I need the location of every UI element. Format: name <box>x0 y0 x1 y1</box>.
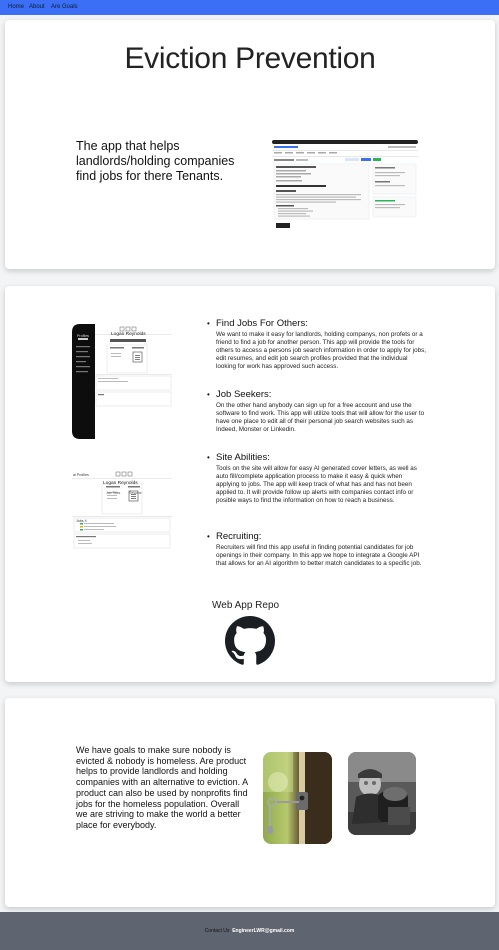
mockup-name: Logan Reynolds <box>111 332 146 337</box>
mockup-2-jobs-label: Jobs 4 <box>76 519 87 523</box>
feature-title-recruiting: Recruiting: <box>216 531 262 542</box>
app-screenshot <box>270 139 420 239</box>
app-screenshot-image <box>270 139 420 239</box>
page-title: Eviction Prevention <box>124 42 376 75</box>
repo-label: Web App Repo <box>212 600 280 611</box>
footer: Contact Us: EngineerLWR@gmail.com <box>0 912 499 950</box>
homeless-photo <box>348 752 416 835</box>
mockup-sidebar-title: Profiles <box>77 334 89 338</box>
feature-body-job-seekers: On the other hand anybody can sign up fo… <box>216 402 425 433</box>
footer-contact: Contact Us: EngineerLWR@gmail.com <box>0 928 499 934</box>
feature-body-site-abilities: Tools on the site will allow for easy AI… <box>216 465 417 504</box>
mockup-2-col1: Job Titles <box>106 491 121 495</box>
top-nav: Home About Are Goals <box>0 0 499 15</box>
feature-title-job-seekers: Job Seekers: <box>216 389 272 400</box>
mockup-2-name: Logan Reynolds <box>103 481 138 486</box>
feature-body-find-jobs: We want to make it easy for landlords, h… <box>216 331 427 370</box>
nav-goals-link[interactable]: Are Goals <box>51 4 78 10</box>
features-card: Logan Reynolds Profiles Logan Reynolds J… <box>5 286 495 682</box>
mockup-2-partial-label: al Profiles <box>73 473 89 477</box>
github-icon[interactable] <box>225 616 275 666</box>
bullet-1: • <box>207 319 210 328</box>
bullet-3: • <box>207 453 210 462</box>
contact-label: Contact Us: <box>204 928 231 934</box>
profile-mockup-sidebar-image <box>72 324 172 439</box>
profile-mockup-sidebar <box>72 324 172 439</box>
nav-home-link[interactable]: Home <box>8 4 24 10</box>
feature-body-recruiting: Recruiters will find this app useful in … <box>216 544 422 567</box>
nav-about-link[interactable]: About <box>29 4 45 10</box>
feature-title-find-jobs: Find Jobs For Others: <box>216 318 308 329</box>
bullet-2: • <box>207 390 210 399</box>
contact-email-link[interactable]: EngineerLWR@gmail.com <box>232 928 294 934</box>
mockup-2-col2: Resume <box>129 491 142 495</box>
goals-card: We have goals to make sure nobody is evi… <box>5 698 495 907</box>
hero-tagline: The app that helps landlords/holding com… <box>76 139 235 183</box>
feature-title-site-abilities: Site Abilities: <box>216 452 270 463</box>
bullet-4: • <box>207 532 210 541</box>
key-door-photo <box>263 752 332 844</box>
hero-card: Eviction Prevention The app that helps l… <box>5 20 495 269</box>
goals-text: We have goals to make sure nobody is evi… <box>76 745 248 830</box>
